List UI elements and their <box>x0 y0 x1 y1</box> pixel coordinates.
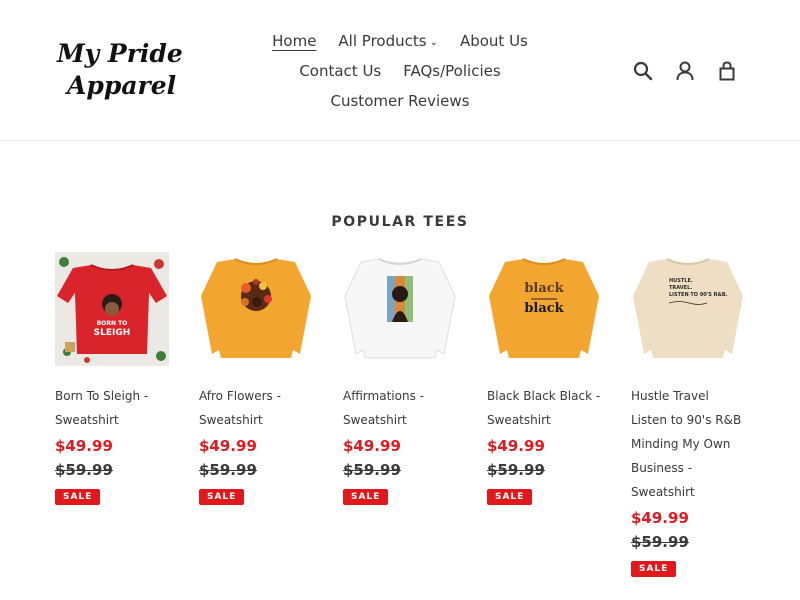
sale-badge: SALE <box>199 489 245 505</box>
svg-text:My Pride: My Pride <box>56 39 183 68</box>
svg-text:HUSTLE.: HUSTLE. <box>669 278 693 284</box>
product-image[interactable] <box>199 252 313 366</box>
nav-home-link[interactable]: Home <box>272 26 316 56</box>
sale-price: $49.99 <box>487 437 545 455</box>
search-icon[interactable] <box>632 60 654 82</box>
logo-image: My Pride Apparel <box>56 39 183 100</box>
sale-badge: SALE <box>55 489 101 505</box>
nav-all-products-label: All Products <box>338 32 427 50</box>
sale-price: $49.99 <box>199 437 257 455</box>
product-card[interactable]: Affirmations - Sweatshirt $49.99 $59.99 … <box>343 252 457 577</box>
site-header: My Pride Apparel Home All Products ⌄ About … <box>0 0 800 141</box>
product-grid: BORN TO SLEIGH Born To Sleigh - Sweatshi… <box>55 252 745 577</box>
product-card[interactable]: HUSTLE. TRAVEL. LISTEN TO 90'S R&B. Hust… <box>631 252 745 577</box>
original-price: $59.99 <box>199 461 257 479</box>
sale-price: $49.99 <box>343 437 401 455</box>
product-image[interactable] <box>343 252 457 366</box>
chevron-down-icon: ⌄ <box>429 37 438 48</box>
original-price: $59.99 <box>343 461 401 479</box>
cart-icon[interactable] <box>716 60 738 82</box>
nav-faqs-link[interactable]: FAQs/Policies <box>403 56 500 86</box>
product-name[interactable]: Black Black Black - Sweatshirt <box>487 384 601 432</box>
product-card[interactable]: BORN TO SLEIGH Born To Sleigh - Sweatshi… <box>55 252 169 577</box>
sale-badge: SALE <box>487 489 533 505</box>
product-card[interactable]: Afro Flowers - Sweatshirt $49.99 $59.99 … <box>199 252 313 577</box>
product-image[interactable]: BORN TO SLEIGH <box>55 252 169 366</box>
sale-badge: SALE <box>343 489 389 505</box>
product-name[interactable]: Afro Flowers - Sweatshirt <box>199 384 313 432</box>
sale-badge: SALE <box>631 561 677 577</box>
product-image[interactable]: HUSTLE. TRAVEL. LISTEN TO 90'S R&B. <box>631 252 745 366</box>
sale-price: $49.99 <box>55 437 113 455</box>
product-card[interactable]: black black Black Black Black - Sweatshi… <box>487 252 601 577</box>
product-name[interactable]: Affirmations - Sweatshirt <box>343 384 457 432</box>
svg-text:Apparel: Apparel <box>65 71 176 100</box>
main-nav: Home All Products ⌄ About Us Contact Us FAQs… <box>250 26 550 116</box>
nav-reviews-link[interactable]: Customer Reviews <box>331 86 470 116</box>
sale-price: $49.99 <box>631 509 689 527</box>
svg-text:SLEIGH: SLEIGH <box>94 328 131 338</box>
svg-text:black: black <box>524 301 564 316</box>
account-icon[interactable] <box>674 60 696 82</box>
logo[interactable]: My Pride Apparel <box>55 34 195 100</box>
nav-row-3: Customer Reviews <box>250 86 550 116</box>
original-price: $59.99 <box>487 461 545 479</box>
original-price: $59.99 <box>55 461 113 479</box>
nav-row-1: Home All Products ⌄ About Us <box>250 26 550 56</box>
nav-row-2: Contact Us FAQs/Policies <box>250 56 550 86</box>
section-title: POPULAR TEES <box>331 214 469 230</box>
product-image[interactable]: black black <box>487 252 601 366</box>
header-actions <box>632 60 738 82</box>
nav-all-products-link[interactable]: All Products ⌄ <box>338 26 438 59</box>
product-name[interactable]: Born To Sleigh - Sweatshirt <box>55 384 169 432</box>
nav-about-link[interactable]: About Us <box>460 26 528 56</box>
original-price: $59.99 <box>631 533 689 551</box>
product-name[interactable]: Hustle Travel Listen to 90's R&B Minding… <box>631 384 745 504</box>
svg-text:black: black <box>524 281 564 296</box>
nav-contact-link[interactable]: Contact Us <box>299 56 381 86</box>
svg-text:TRAVEL.: TRAVEL. <box>669 285 692 291</box>
svg-text:LISTEN TO 90'S R&B.: LISTEN TO 90'S R&B. <box>669 292 728 298</box>
svg-text:BORN TO: BORN TO <box>97 320 128 327</box>
